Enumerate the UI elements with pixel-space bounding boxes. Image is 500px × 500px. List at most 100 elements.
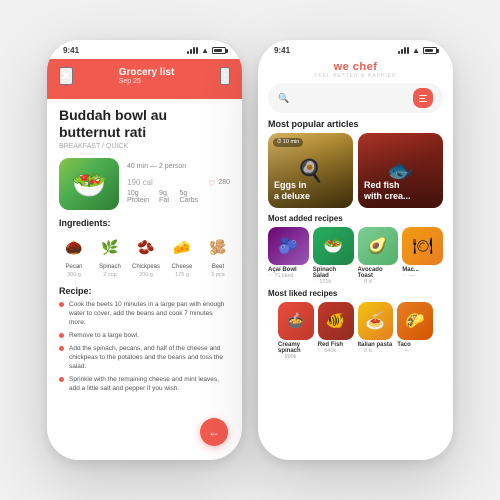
eggs-timer: ⏱ 10 min	[273, 138, 303, 147]
added-card-more[interactable]: Mac... ♡ —	[402, 227, 443, 285]
pecan-name: Pecan	[65, 264, 82, 270]
like-count: 280	[218, 179, 230, 186]
liked-card-redfish[interactable]: Red Fish ♡ 640k	[318, 302, 354, 360]
heart-icon-5: ♡	[278, 354, 282, 360]
more-likes: ♡ —	[402, 273, 443, 279]
carbs: 5g Carbs	[179, 190, 200, 204]
wifi-icon-2: ▲	[412, 46, 420, 55]
grocery-header-top: ✕ Grocery list Sep 25 ↑	[59, 67, 230, 85]
ingredient-spinach: 🌿 Spinach 2 cup	[95, 234, 125, 278]
status-bar-2: 9:41 ▲	[258, 40, 453, 59]
liked-card-taco[interactable]: Taco ♡ —	[397, 302, 433, 360]
grocery-subtitle: Sep 25	[119, 78, 175, 85]
step-3: Add the spinach, pecans, and half of the…	[59, 344, 230, 371]
liked-row: Creamy spinach ♡ 890k Red Fish ♡ 640k	[268, 302, 443, 360]
ingredient-chickpeas: 🫘 Chickpeas 200 g	[131, 234, 161, 278]
step-dot-4	[59, 377, 64, 382]
redfish-likes: ♡ 640k	[318, 348, 354, 354]
spinach-salad-name: Spinach Salad	[313, 267, 354, 279]
most-liked-label: Most liked recipes	[268, 289, 443, 298]
chickpeas-name: Chickpeas	[132, 264, 160, 270]
most-added-section: Most added recipes Açaí Bowl ♡ 71 liked	[258, 214, 453, 289]
step-dot-1	[59, 302, 64, 307]
step-text-4: Sprinkle with the remaining cheese and m…	[69, 375, 230, 393]
search-bar[interactable]: 🔍	[268, 83, 443, 113]
fish-title: Red fishwith crea...	[364, 180, 411, 202]
added-card-spinach[interactable]: Spinach Salad ♡ 121k	[313, 227, 354, 285]
added-card-avocado[interactable]: Avocado Toast ♡ 8 d	[358, 227, 399, 285]
status-icons-2: ▲	[398, 46, 437, 55]
step-2: Remove to a large bowl.	[59, 331, 230, 340]
recipe-calories: 190 cal	[127, 172, 200, 188]
acai-likes: ♡ 71 liked	[268, 273, 309, 279]
most-added-label: Most added recipes	[268, 214, 443, 223]
protein: 10g Protein	[127, 190, 153, 204]
recipe-name: Buddah bowl au butternut rati	[47, 99, 242, 141]
avocado-name: Avocado Toast	[358, 267, 399, 279]
added-card-acai[interactable]: Açaí Bowl ♡ 71 liked	[268, 227, 309, 285]
time-2: 9:41	[274, 46, 290, 55]
spinach-image	[313, 227, 354, 265]
featured-card-fish[interactable]: Red fishwith crea...	[358, 133, 443, 208]
heart-icon-2: ♡	[313, 279, 317, 285]
step-dot-3	[59, 346, 64, 351]
search-icon: 🔍	[278, 93, 289, 104]
logo-tagline: FEEL BETTER & HAPPIER	[258, 73, 453, 79]
spinach-name: Spinach	[99, 264, 121, 270]
fish-card-content: Red fishwith crea...	[364, 180, 411, 202]
redfish-image	[318, 302, 354, 340]
wechef-logo: we chef FEEL BETTER & HAPPIER	[258, 59, 453, 83]
battery-icon-2	[423, 47, 437, 54]
recipe-image	[59, 158, 119, 210]
recipe-macros: 10g Protein 9g Fat 5g Carbs	[127, 190, 200, 204]
phone-grocery: 9:41 ▲ ✕ Grocery list Sep 25	[47, 40, 242, 460]
heart-icon-8: ♡	[397, 348, 401, 354]
signal-icon-2	[398, 47, 409, 54]
share-button[interactable]: ↑	[220, 67, 230, 85]
step-text-1: Cook the beets 10 minutes in a large pan…	[69, 300, 230, 327]
acai-image	[268, 227, 309, 265]
featured-card-eggs[interactable]: ⏱ 10 min Eggs ina deluxe	[268, 133, 353, 208]
most-added-row: Açaí Bowl ♡ 71 liked Spinach Salad ♡ 121…	[268, 227, 443, 285]
liked-card-pasta[interactable]: Italian pasta ♡ 8 d	[358, 302, 394, 360]
heart-icon: ♡	[268, 273, 272, 279]
creamy-name: Creamy spinach	[278, 342, 314, 354]
creamy-likes: ♡ 890k	[278, 354, 314, 360]
pasta-likes: ♡ 8 d	[358, 348, 394, 354]
taco-image	[397, 302, 433, 340]
filter-icon	[419, 95, 427, 102]
step-1: Cook the beets 10 minutes in a large pan…	[59, 300, 230, 327]
heart-icon-7: ♡	[358, 348, 362, 354]
ingredient-pecan: 🌰 Pecan 300 g	[59, 234, 89, 278]
close-button[interactable]: ✕	[59, 67, 73, 85]
recipe-label: Recipe:	[47, 282, 242, 298]
avocado-likes: ♡ 8 d	[358, 279, 399, 285]
wechef-content: we chef FEEL BETTER & HAPPIER 🔍 Most pop…	[258, 59, 453, 460]
step-4: Sprinkle with the remaining cheese and m…	[59, 375, 230, 393]
battery-icon	[212, 47, 226, 54]
spinach-icon: 🌿	[96, 234, 124, 262]
grocery-content: ✕ Grocery list Sep 25 ↑ Buddah bowl au b…	[47, 59, 242, 460]
creamy-image	[278, 302, 314, 340]
grocery-header: ✕ Grocery list Sep 25 ↑	[47, 59, 242, 99]
grocery-title: Grocery list	[119, 67, 175, 78]
step-text-2: Remove to a large bowl.	[69, 331, 139, 340]
liked-card-creamy[interactable]: Creamy spinach ♡ 890k	[278, 302, 314, 360]
ingredient-cheese: 🧀 Cheese 175 g	[167, 234, 197, 278]
fat: 9g Fat	[159, 190, 173, 204]
ingredient-beet: 🫚 Beet 1 pcs	[203, 234, 233, 278]
back-button[interactable]: ←	[200, 418, 228, 446]
signal-icon	[187, 47, 198, 54]
pecan-qty: 300 g	[67, 272, 81, 278]
beet-icon: 🫚	[204, 234, 232, 262]
eggs-card-content: Eggs ina deluxe	[274, 180, 310, 202]
status-icons-1: ▲	[187, 46, 226, 55]
recipe-time: 40 min — 2 person	[127, 163, 200, 170]
phones-container: 9:41 ▲ ✕ Grocery list Sep 25	[37, 30, 463, 470]
filter-button[interactable]	[413, 88, 433, 108]
phone-wechef: 9:41 ▲ we chef FEEL BETTER & HAPPIER 🔍	[258, 40, 453, 460]
recipe-image-row: 40 min — 2 person 190 cal 10g Protein 9g…	[47, 154, 242, 214]
featured-row: ⏱ 10 min Eggs ina deluxe Red fishwith cr…	[258, 133, 453, 214]
spinach-qty: 2 cup	[103, 272, 116, 278]
most-liked-section: Most liked recipes Creamy spinach ♡ 890k	[258, 289, 453, 364]
